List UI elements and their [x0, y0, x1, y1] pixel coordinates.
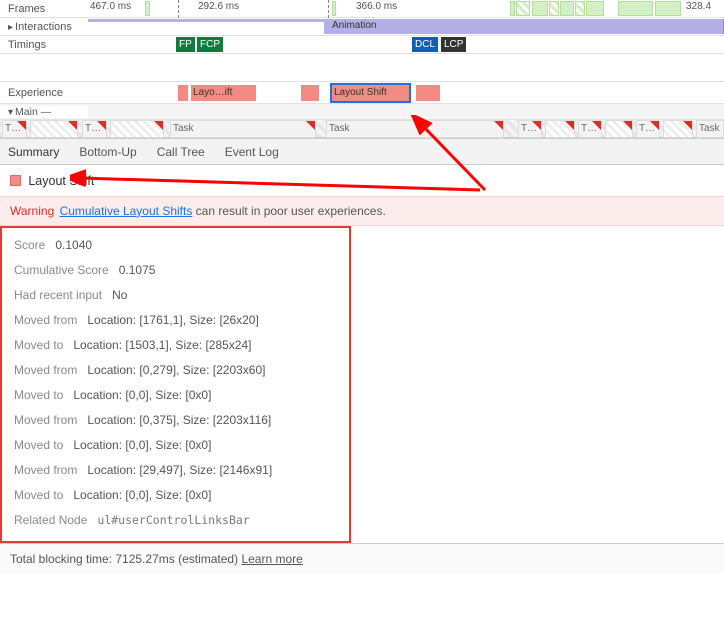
- task-block[interactable]: Task: [696, 120, 724, 138]
- frames-label: Frames: [0, 3, 88, 15]
- layout-shift-small[interactable]: [416, 85, 440, 101]
- detail-row: Moved toLocation: [1503,1], Size: [285x2…: [14, 338, 337, 352]
- experience-label: Experience: [0, 87, 88, 99]
- summary-title: Layout Shift: [28, 174, 94, 188]
- frame-hatch[interactable]: [516, 1, 530, 16]
- frame-block[interactable]: [510, 1, 515, 16]
- frame-hatch[interactable]: [549, 1, 559, 16]
- timings-track: Timings FP FCP DCL LCP: [0, 36, 724, 54]
- chevron-right-icon[interactable]: ▸: [8, 22, 13, 33]
- tab-call-tree[interactable]: Call Tree: [157, 139, 205, 165]
- animation-label: Animation: [332, 20, 376, 31]
- task-block[interactable]: T…: [518, 120, 542, 138]
- experience-track: Experience Layo…ift Layout Shift: [0, 82, 724, 104]
- timeline-panel: Frames 467.0 ms 292.6 ms 366.0 ms 328.4 …: [0, 0, 724, 139]
- task-block-hatched[interactable]: [663, 120, 693, 138]
- layout-shift-block-1[interactable]: Layo…ift: [191, 85, 256, 101]
- main-label[interactable]: ▾Main —: [0, 106, 88, 118]
- dcl-marker[interactable]: DCL: [412, 37, 438, 52]
- fp-marker[interactable]: FP: [176, 37, 195, 52]
- frame-time-3: 328.4: [686, 1, 711, 12]
- tab-event-log[interactable]: Event Log: [225, 139, 279, 165]
- tab-summary[interactable]: Summary: [8, 139, 59, 165]
- timings-content[interactable]: FP FCP DCL LCP: [88, 36, 724, 53]
- frame-block[interactable]: [560, 1, 574, 16]
- task-block[interactable]: T…: [82, 120, 107, 138]
- tbt-text: Total blocking time: 7125.27ms (estimate…: [10, 552, 238, 566]
- details-list: Score0.1040 Cumulative Score0.1075 Had r…: [0, 226, 351, 543]
- spacer-row: [0, 54, 724, 82]
- detail-row: Moved fromLocation: [0,279], Size: [2203…: [14, 363, 337, 377]
- task-block-hatched[interactable]: [110, 120, 164, 138]
- detail-row: Cumulative Score0.1075: [14, 263, 337, 277]
- detail-row: Had recent inputNo: [14, 288, 337, 302]
- chevron-down-icon[interactable]: ▾: [8, 107, 13, 118]
- warning-text: can result in poor user experiences.: [196, 204, 386, 218]
- main-track[interactable]: ▾Main —: [0, 104, 724, 120]
- frames-track: Frames 467.0 ms 292.6 ms 366.0 ms 328.4: [0, 0, 724, 18]
- frame-time-1: 292.6 ms: [198, 1, 239, 12]
- animation-block[interactable]: [324, 19, 724, 34]
- task-block[interactable]: T…: [636, 120, 660, 138]
- frame-block[interactable]: [332, 1, 336, 16]
- frames-content[interactable]: 467.0 ms 292.6 ms 366.0 ms 328.4: [88, 0, 724, 17]
- frame-time-2: 366.0 ms: [356, 1, 397, 12]
- task-block[interactable]: T…: [578, 120, 602, 138]
- tab-bottom-up[interactable]: Bottom-Up: [79, 139, 136, 165]
- frame-block[interactable]: [655, 1, 681, 16]
- detail-row: Moved fromLocation: [0,375], Size: [2203…: [14, 413, 337, 427]
- task-block-hatched[interactable]: [545, 120, 575, 138]
- fcp-marker[interactable]: FCP: [197, 37, 223, 52]
- detail-row: Moved toLocation: [0,0], Size: [0x0]: [14, 438, 337, 452]
- interactions-track: ▸Interactions Animation: [0, 18, 724, 36]
- frame-divider: [328, 0, 329, 18]
- frame-block[interactable]: [532, 1, 548, 16]
- lcp-marker[interactable]: LCP: [441, 37, 466, 52]
- task-block-long[interactable]: Task: [170, 120, 316, 138]
- detail-row: Moved fromLocation: [29,497], Size: [214…: [14, 463, 337, 477]
- summary-header: Layout Shift: [0, 165, 724, 196]
- footer-bar: Total blocking time: 7125.27ms (estimate…: [0, 543, 724, 574]
- learn-more-link[interactable]: Learn more: [241, 552, 302, 566]
- task-block-long[interactable]: Task: [326, 120, 504, 138]
- interactions-label[interactable]: ▸Interactions: [0, 21, 88, 33]
- frame-divider: [178, 0, 179, 18]
- detail-row: Score0.1040: [14, 238, 337, 252]
- animation-bar[interactable]: [88, 19, 324, 22]
- frame-block[interactable]: [145, 1, 150, 16]
- detail-row: Moved fromLocation: [1761,1], Size: [26x…: [14, 313, 337, 327]
- detail-row: Related Nodeul#userControlLinksBar: [14, 513, 337, 527]
- detail-row: Moved toLocation: [0,0], Size: [0x0]: [14, 488, 337, 502]
- task-block-hatched[interactable]: [605, 120, 633, 138]
- layout-shift-block-selected[interactable]: Layout Shift: [332, 85, 409, 101]
- frame-block[interactable]: [618, 1, 653, 16]
- frame-time-0: 467.0 ms: [90, 1, 131, 12]
- layout-shift-swatch: [10, 175, 21, 186]
- layout-shift-small[interactable]: [301, 85, 319, 101]
- detail-row: Moved toLocation: [0,0], Size: [0x0]: [14, 388, 337, 402]
- tabs-bar: Summary Bottom-Up Call Tree Event Log: [0, 139, 724, 165]
- task-block[interactable]: T…: [2, 120, 27, 138]
- task-row[interactable]: T… T… Task Task T… T… T… Task: [0, 120, 724, 138]
- frame-hatch[interactable]: [575, 1, 585, 16]
- frame-block[interactable]: [586, 1, 604, 16]
- timings-label: Timings: [0, 39, 88, 51]
- warning-bar: Warning Cumulative Layout Shifts can res…: [0, 196, 724, 226]
- layout-shift-small[interactable]: [178, 85, 188, 101]
- summary-panel: Layout Shift Warning Cumulative Layout S…: [0, 165, 724, 543]
- task-block-hatched[interactable]: [30, 120, 78, 138]
- cls-link[interactable]: Cumulative Layout Shifts: [60, 204, 193, 218]
- warning-label: Warning: [10, 204, 54, 218]
- experience-content[interactable]: Layo…ift Layout Shift: [88, 82, 724, 103]
- interactions-content[interactable]: Animation: [88, 18, 724, 35]
